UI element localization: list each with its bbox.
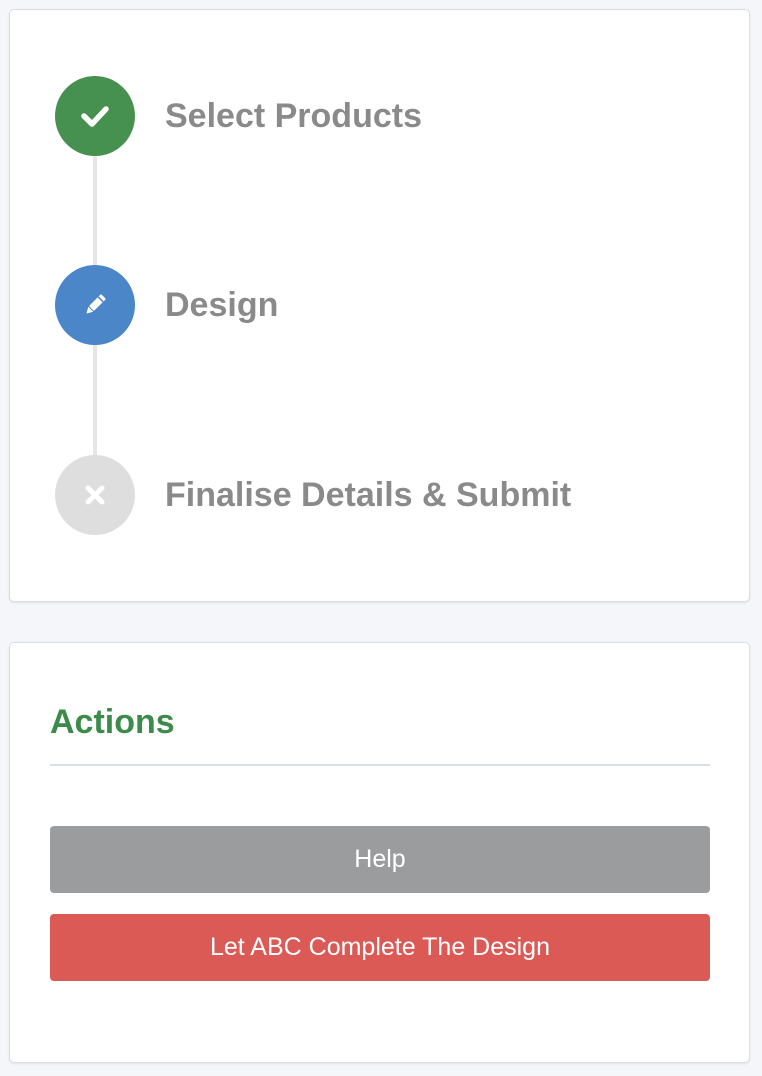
actions-heading: Actions <box>50 703 175 741</box>
step-connector-line <box>93 145 97 285</box>
step-current-indicator <box>55 265 135 345</box>
let-abc-complete-design-button[interactable]: Let ABC Complete The Design <box>50 914 710 981</box>
divider <box>50 764 710 766</box>
step-select-products: Select Products <box>55 76 422 156</box>
step-finalise-details: Finalise Details & Submit <box>55 455 571 535</box>
help-button[interactable]: Help <box>50 826 710 893</box>
actions-card: Actions Help Let ABC Complete The Design <box>9 642 750 1063</box>
check-icon <box>81 106 109 127</box>
close-icon <box>85 485 105 505</box>
step-label: Finalise Details & Submit <box>165 475 572 514</box>
progress-steps-card: Select Products Design Finalise Details … <box>9 9 750 602</box>
step-complete-indicator <box>55 76 135 156</box>
step-connector-line <box>93 335 97 475</box>
step-label: Select Products <box>165 96 422 135</box>
step-pending-indicator <box>55 455 135 535</box>
pencil-icon <box>86 294 106 314</box>
step-label: Design <box>165 285 279 324</box>
step-design: Design <box>55 265 278 345</box>
